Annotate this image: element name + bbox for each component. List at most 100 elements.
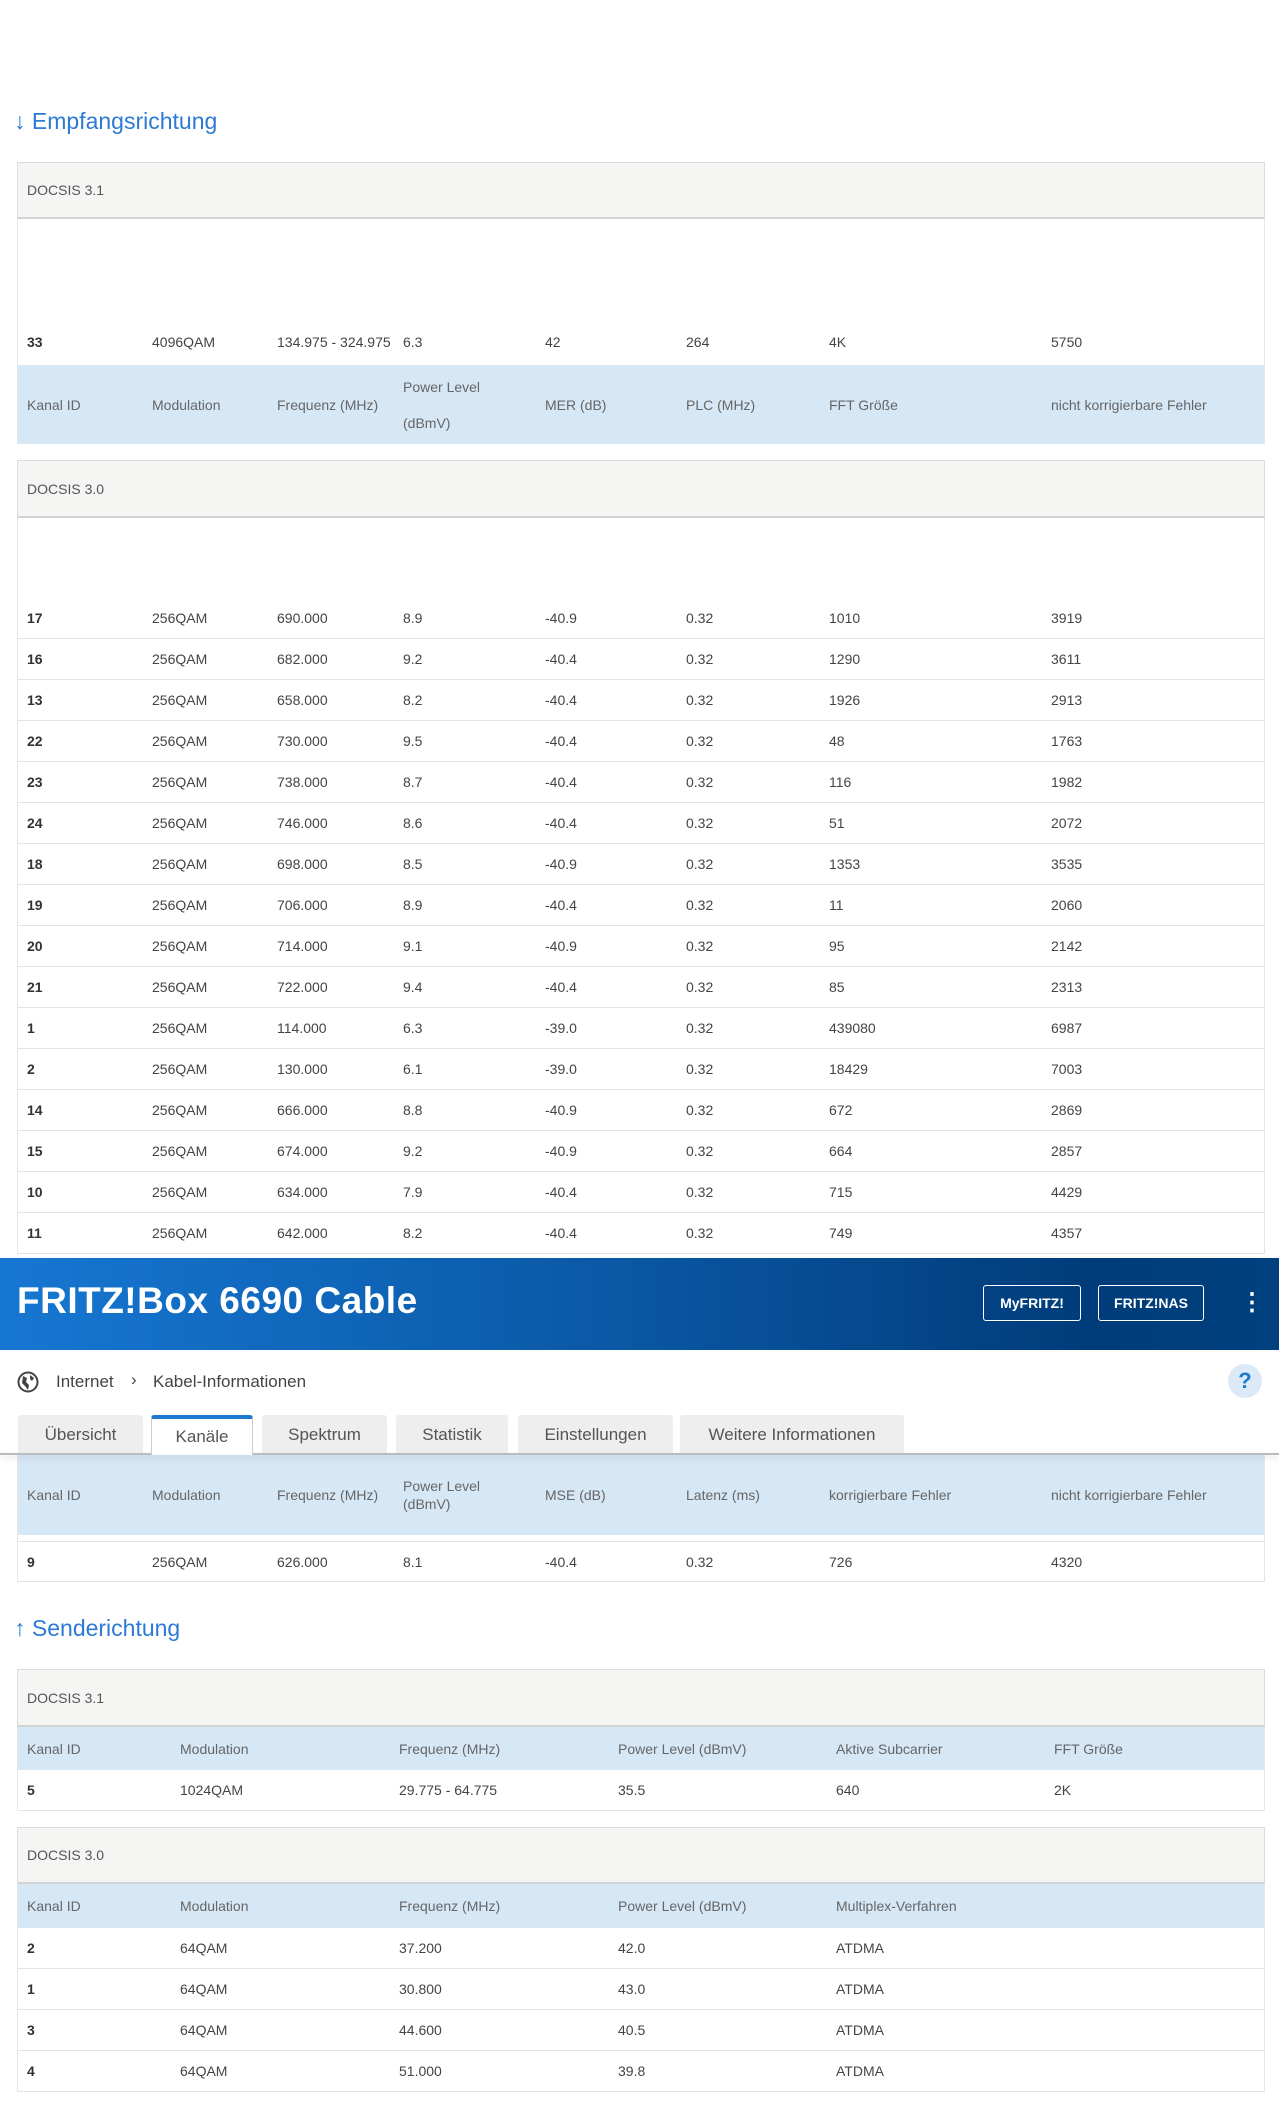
table-row: 14 256QAM 666.000 8.8 -40.9 0.32 672 2869 (18, 1090, 1264, 1131)
table-cell: 658.000 (277, 692, 328, 708)
table-cell: 13 (27, 692, 43, 708)
table-cell: 256QAM (152, 610, 208, 626)
table-cell: 2 (27, 1061, 35, 1077)
docsis31-up-label: DOCSIS 3.1 (17, 1669, 1265, 1727)
table-cell: 0.32 (686, 1020, 714, 1036)
table-cell: 3919 (1051, 610, 1083, 626)
table-cell: 29.775 - 64.775 (399, 1782, 498, 1798)
tab-weitere-informationen[interactable]: Weitere Informationen (680, 1415, 904, 1454)
table-cell: 64QAM (180, 2022, 228, 2038)
table-cell: 40.5 (618, 2022, 646, 2038)
table-row: 10 256QAM 634.000 7.9 -40.4 0.32 715 4429 (18, 1172, 1264, 1213)
table-cell: 642.000 (277, 1225, 328, 1241)
table-cell: 6.3 (403, 1020, 423, 1036)
table-cell: 23 (27, 774, 43, 790)
table-cell: 35.5 (618, 1782, 646, 1798)
column-header: Power Level (dBmV) (403, 378, 481, 431)
myfritz-button[interactable]: MyFRITZ! (983, 1285, 1081, 1321)
table-cell: 4096QAM (152, 333, 216, 350)
table-row: 4 64QAM 51.000 39.8 ATDMA (18, 2051, 1264, 2092)
table-cell: 114.000 (277, 1020, 327, 1036)
upstream-heading: ↑ Senderichtung (14, 1615, 181, 1641)
column-header: Kanal ID (27, 1487, 81, 1503)
table-cell: 0.32 (686, 1061, 714, 1077)
tab-einstellungen[interactable]: Einstellungen (518, 1415, 673, 1454)
table-cell: -40.4 (545, 1553, 577, 1570)
table-cell: 9.5 (403, 733, 423, 749)
table-cell: 2869 (1051, 1102, 1083, 1118)
table-cell: 256QAM (152, 1061, 208, 1077)
table-cell: 0.32 (686, 938, 714, 954)
docsis31-down-label: DOCSIS 3.1 (17, 162, 1265, 219)
table-header: Kanal ID Modulation Frequenz (MHz) Power Le… (18, 1884, 1264, 1928)
table-row: 22 256QAM 730.000 9.5 -40.4 0.32 48 1763 (18, 721, 1264, 762)
table-cell: 14 (27, 1102, 43, 1118)
table-cell: -40.4 (545, 1184, 577, 1200)
tab-kanaele[interactable]: Kanäle (151, 1415, 253, 1455)
table-cell: 256QAM (152, 979, 208, 995)
table-cell: 43.0 (618, 1981, 646, 1997)
table-cell: 256QAM (152, 1553, 208, 1570)
table-cell: -40.9 (545, 610, 577, 626)
table-cell: 9.2 (403, 651, 423, 667)
table-row: 17 256QAM 690.000 8.9 -40.9 0.32 1010 3919 (18, 598, 1264, 639)
table-cell: 256QAM (152, 1102, 208, 1118)
table-cell: 0.32 (686, 815, 714, 831)
column-header: Kanal ID (27, 1898, 81, 1914)
table-row: 3 64QAM 44.600 40.5 ATDMA (18, 2010, 1264, 2051)
tab-statistik[interactable]: Statistik (396, 1415, 508, 1454)
table-cell: 2142 (1051, 938, 1083, 954)
table-cell: 2K (1054, 1782, 1072, 1798)
breadcrumb-internet[interactable]: Internet (56, 1372, 114, 1392)
table-cell: 626.000 (277, 1553, 328, 1570)
table-row: 19 256QAM 706.000 8.9 -40.4 0.32 11 2060 (18, 885, 1264, 926)
table-cell: 1 (27, 1981, 35, 1997)
table-cell: 5750 (1051, 333, 1083, 350)
table-cell: 10 (27, 1184, 43, 1200)
table-cell: 11 (27, 1225, 42, 1241)
table-cell: 730.000 (277, 733, 328, 749)
table-cell: 17 (27, 610, 43, 626)
more-menu-icon[interactable]: ⋮ (1240, 1288, 1264, 1318)
table-cell: 8.6 (403, 815, 423, 831)
column-header: Frequenz (MHz) (399, 1740, 501, 1757)
table-cell: 256QAM (152, 1143, 208, 1159)
table-cell: ATDMA (836, 1940, 884, 1956)
tab-spektrum[interactable]: Spektrum (262, 1415, 387, 1454)
table-cell: 2313 (1051, 979, 1083, 995)
table-cell: 0.32 (686, 856, 714, 872)
table-row: 1 64QAM 30.800 43.0 ATDMA (18, 1969, 1264, 2010)
table-cell: 15 (27, 1143, 43, 1159)
column-header: Power Level (dBmV) (618, 1898, 747, 1914)
column-header: Modulation (152, 1487, 221, 1503)
column-header: FFT Größe (1054, 1740, 1123, 1757)
table-cell: 39.8 (618, 2063, 646, 2079)
table-cell: 11 (829, 897, 844, 913)
help-button[interactable]: ? (1228, 1364, 1262, 1398)
table-cell: 714.000 (277, 938, 328, 954)
table-cell: 664 (829, 1143, 853, 1159)
table-cell: 20 (27, 938, 43, 954)
table-cell: 0.32 (686, 651, 714, 667)
column-header: nicht korrigierbare Fehler (1051, 396, 1207, 413)
table-cell: -39.0 (545, 1020, 577, 1036)
fritznas-button[interactable]: FRITZ!NAS (1098, 1285, 1204, 1321)
table-cell: 1024QAM (180, 1782, 244, 1798)
table-cell: 706.000 (277, 897, 328, 913)
table-cell: -40.4 (545, 774, 577, 790)
table-cell: 256QAM (152, 733, 208, 749)
table-row: 24 256QAM 746.000 8.6 -40.4 0.32 51 2072 (18, 803, 1264, 844)
table-cell: 264 (686, 333, 710, 350)
table-cell: -40.9 (545, 938, 577, 954)
table-cell: 2060 (1051, 897, 1083, 913)
table-cell: 4K (829, 333, 847, 350)
table-header: Kanal ID Modulation Frequenz (MHz) Power Le… (18, 1727, 1264, 1770)
table-cell: 8.9 (403, 610, 423, 626)
column-header: nicht korrigierbare Fehler (1051, 1487, 1207, 1503)
table-cell: 6.3 (403, 333, 423, 350)
column-header: MER (dB) (545, 396, 607, 413)
table-cell: 0.32 (686, 774, 714, 790)
table-cell: 1 (27, 1020, 35, 1036)
table-cell: 256QAM (152, 692, 208, 708)
tab-uebersicht[interactable]: Übersicht (18, 1415, 143, 1454)
